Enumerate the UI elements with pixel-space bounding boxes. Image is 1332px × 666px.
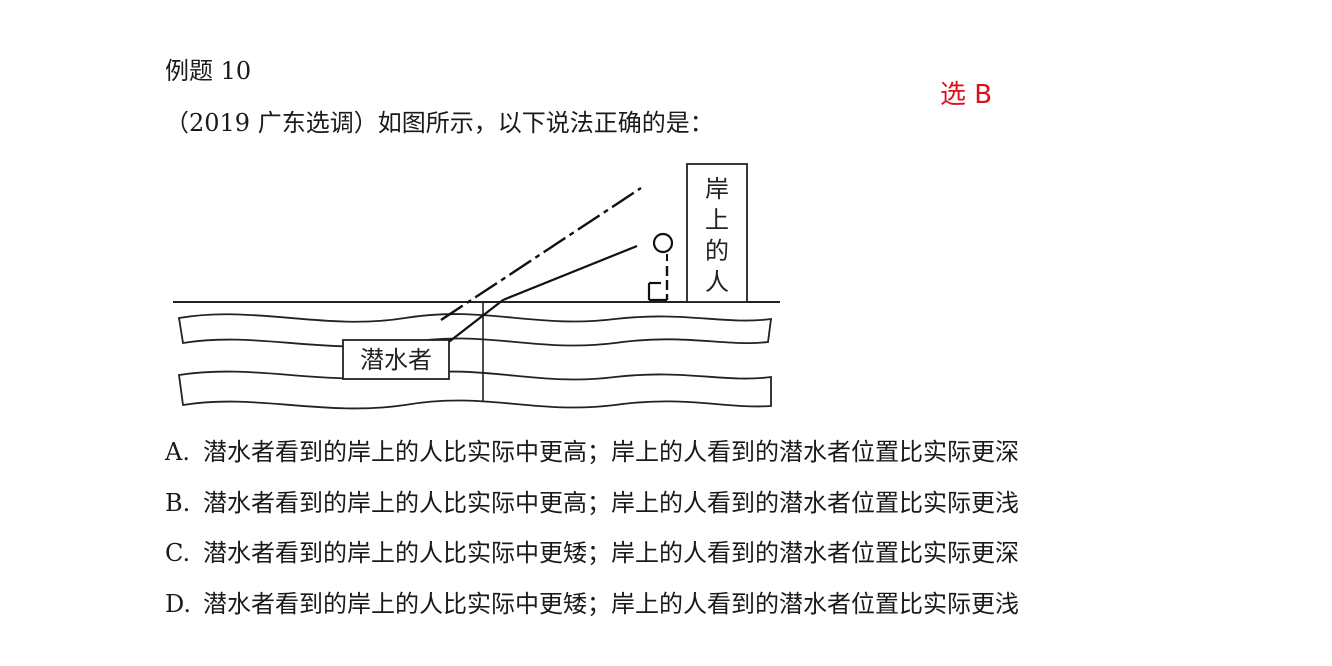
- option-b-text: 潜水者看到的岸上的人比实际中更高；岸上的人看到的潜水者位置比实际更浅: [203, 489, 1019, 517]
- option-a-text: 潜水者看到的岸上的人比实际中更高；岸上的人看到的潜水者位置比实际更深: [203, 438, 1019, 466]
- option-c-letter: C.: [165, 539, 191, 567]
- lower-wave-band: [177, 370, 772, 410]
- observer-head: [652, 232, 674, 254]
- option-d[interactable]: D. 潜水者看到的岸上的人比实际中更矮；岸上的人看到的潜水者位置比实际更浅: [165, 589, 1019, 619]
- option-b-letter: B.: [165, 489, 191, 517]
- option-a[interactable]: A. 潜水者看到的岸上的人比实际中更高；岸上的人看到的潜水者位置比实际更深: [165, 437, 1019, 467]
- option-d-letter: D.: [165, 590, 192, 618]
- shore-person-char-3: 的: [705, 237, 729, 265]
- option-d-text: 潜水者看到的岸上的人比实际中更矮；岸上的人看到的潜水者位置比实际更浅: [203, 590, 1019, 618]
- option-c-text: 潜水者看到的岸上的人比实际中更矮；岸上的人看到的潜水者位置比实际更深: [203, 539, 1019, 567]
- option-b[interactable]: B. 潜水者看到的岸上的人比实际中更高；岸上的人看到的潜水者位置比实际更浅: [165, 488, 1019, 518]
- real-ray-air: [502, 244, 638, 302]
- apparent-ray: [440, 186, 642, 322]
- option-a-letter: A.: [165, 438, 190, 466]
- shore-person-char-1: 岸: [705, 175, 729, 203]
- diver-label: 潜水者: [360, 346, 432, 374]
- question-title: 例题 10: [165, 57, 252, 85]
- answer-note: 选 B: [940, 80, 993, 110]
- option-c[interactable]: C. 潜水者看到的岸上的人比实际中更矮；岸上的人看到的潜水者位置比实际更深: [165, 538, 1019, 568]
- upper-wave-band: [177, 313, 773, 348]
- shore-person-char-2: 上: [705, 206, 729, 234]
- shore-person-char-4: 人: [705, 268, 729, 296]
- question-stem: （2019 广东选调）如图所示，以下说法正确的是：: [165, 109, 714, 137]
- refraction-diagram: 岸 上 的 人 潜水者: [173, 163, 780, 410]
